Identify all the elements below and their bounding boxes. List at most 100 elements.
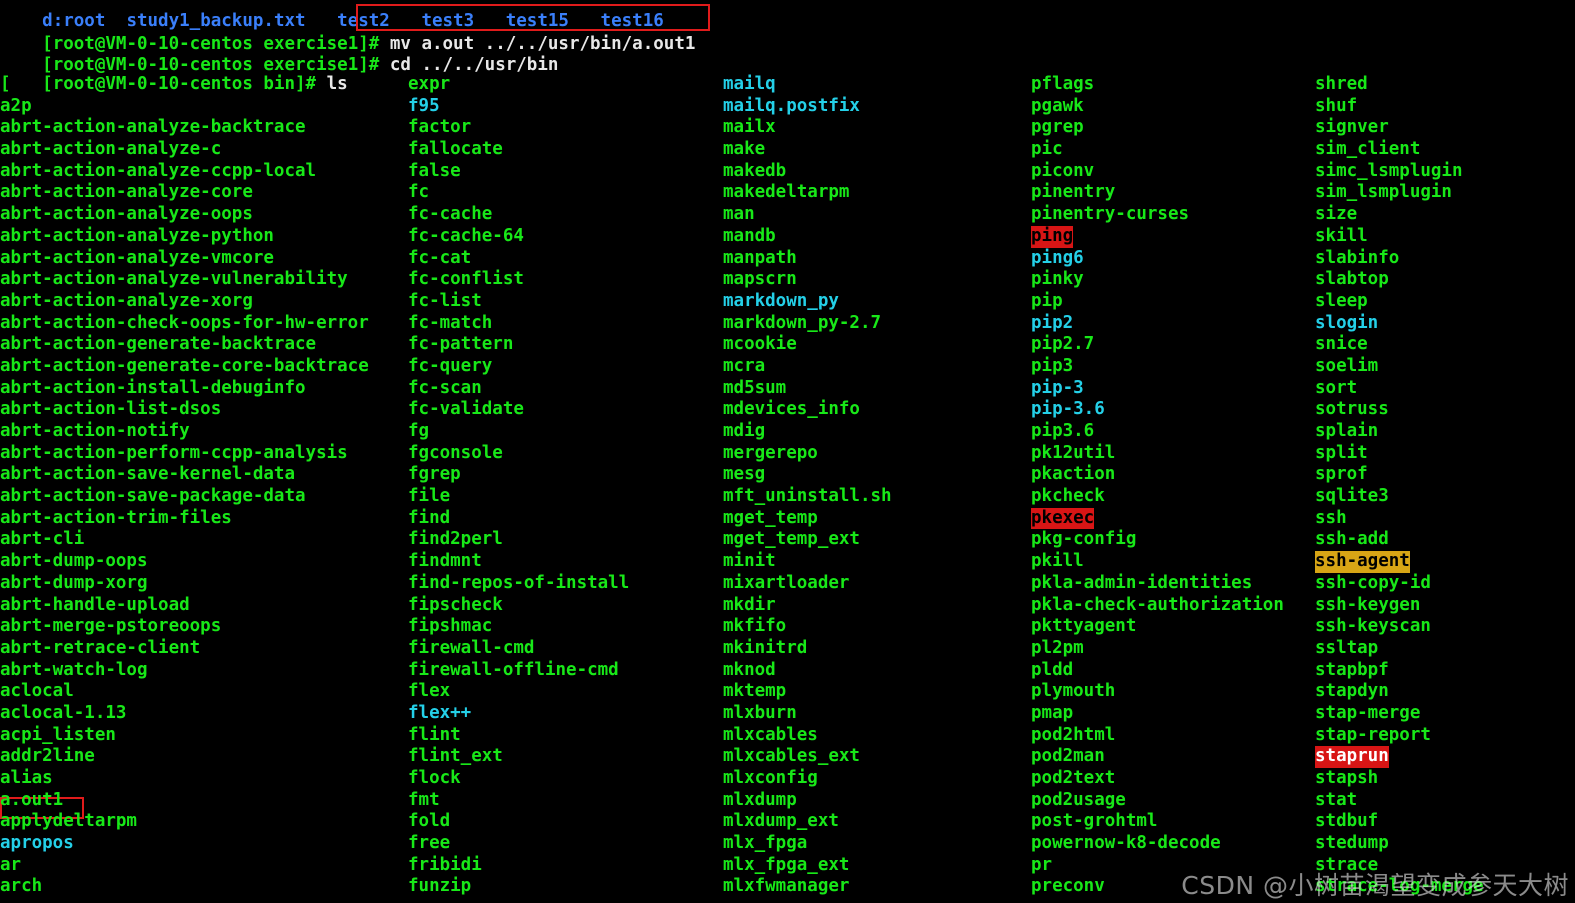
ls-entry: sotruss	[1315, 399, 1389, 420]
ls-entry: pgrep	[1031, 117, 1084, 138]
ls-entry: fc-match	[408, 312, 493, 333]
ls-entry: pinentry-curses	[1031, 204, 1190, 225]
ls-entry: [	[0, 74, 11, 94]
ls-entry: fc-cache	[408, 204, 493, 225]
ls-entry: pip2	[1031, 312, 1074, 333]
ls-entry: abrt-action-notify	[0, 421, 190, 441]
ls-entry: factor	[408, 117, 472, 138]
ls-entry: abrt-action-list-dsos	[0, 399, 222, 420]
ls-entry: ssh-agent	[1315, 551, 1410, 573]
ls-entry: abrt-action-install-debuginfo	[0, 377, 306, 398]
ls-entry: pinentry	[1031, 182, 1116, 203]
ls-entry: funzip	[408, 876, 472, 897]
ls-entry: slabtop	[1315, 269, 1389, 290]
ls-entry: stedump	[1315, 833, 1389, 854]
ls-entry: findmnt	[408, 551, 482, 572]
ls-entry: alias	[0, 768, 53, 788]
ls-entry: abrt-action-analyze-oops	[0, 204, 253, 225]
ls-entry: fc-conflist	[408, 269, 524, 290]
ls-entry: fmt	[408, 789, 440, 810]
ls-entry: mlxfwmanager	[723, 876, 850, 897]
ls-entry: abrt-action-analyze-python	[0, 225, 274, 246]
ls-entry: markdown_py-2.7	[723, 312, 882, 333]
ls-entry: find-repos-of-install	[408, 572, 630, 593]
ls-entry: pkaction	[1031, 464, 1116, 485]
ls-entry: make	[723, 139, 766, 160]
ls-entry: fc-query	[408, 355, 493, 376]
ls-entry: mktemp	[723, 681, 787, 702]
ls-entry: abrt-action-analyze-ccpp-local	[0, 160, 317, 181]
ls-entry: stapsh	[1315, 768, 1379, 788]
ls-entry: arch	[0, 876, 43, 897]
ls-entry: mlxdump	[723, 789, 797, 810]
ls-entry: mkdir	[723, 594, 776, 615]
ls-entry: pinky	[1031, 269, 1084, 290]
ls-entry: plymouth	[1031, 681, 1116, 702]
ls-entry: sqlite3	[1315, 486, 1389, 507]
terminal-window[interactable]: d:root study1_backup.txt test2 test3 tes…	[0, 0, 1575, 903]
ls-entry: firewall-cmd	[408, 637, 535, 658]
ls-entry: post-grohtml	[1031, 811, 1158, 832]
ls-entry: aclocal	[0, 681, 74, 702]
ls-entry: mkinitrd	[723, 637, 808, 658]
ls-entry: mlx_fpga_ext	[723, 854, 850, 875]
ls-entry: pip-3.6	[1031, 399, 1105, 420]
ls-entry: abrt-handle-upload	[0, 594, 190, 615]
ls-entry: acpi_listen	[0, 724, 116, 745]
ls-entry: mdig	[723, 421, 766, 441]
ls-entry: shred	[1315, 74, 1368, 94]
ls-entry: sim_client	[1315, 139, 1421, 160]
ls-entry: fc-list	[408, 290, 482, 311]
ls-entry: abrt-action-generate-core-backtrace	[0, 355, 369, 376]
ls-entry: sleep	[1315, 290, 1368, 311]
ls-entry: mlxdump_ext	[723, 811, 839, 832]
ls-entry: flock	[408, 768, 461, 788]
ls-entry: markdown_py	[723, 290, 839, 311]
ls-entry: slogin	[1315, 312, 1379, 333]
ls-entry: fgrep	[408, 464, 461, 485]
ls-entry: fc-validate	[408, 399, 524, 420]
ls-entry: ar	[0, 854, 22, 875]
ls-entry: fipshmac	[408, 616, 493, 637]
ls-entry: md5sum	[723, 377, 787, 398]
ls-entry: mget_temp_ext	[723, 529, 860, 550]
ls-entry: pip3	[1031, 355, 1074, 376]
ls-entry: mknod	[723, 659, 776, 680]
ls-entry: abrt-action-analyze-vmcore	[0, 247, 274, 268]
ls-entry: snice	[1315, 334, 1368, 355]
ls-entry: false	[408, 160, 461, 181]
ls-entry: abrt-cli	[0, 529, 85, 550]
ls-entry: pic	[1031, 139, 1063, 160]
ls-entry: mixartloader	[723, 572, 850, 593]
ls-entry: find	[408, 507, 451, 528]
ls-entry: pip3.6	[1031, 421, 1095, 441]
ls-entry: ping6	[1031, 247, 1084, 268]
ls-entry: mlx_fpga	[723, 833, 808, 854]
ls-entry: a2p	[0, 95, 32, 116]
ls-entry: ssltap	[1315, 637, 1379, 658]
ls-entry: preconv	[1031, 876, 1105, 897]
ls-entry: mft_uninstall.sh	[723, 486, 892, 507]
ls-entry: find2perl	[408, 529, 503, 550]
ls-entry: man	[723, 204, 755, 225]
ls-entry: mapscrn	[723, 269, 797, 290]
ls-entry: mget_temp	[723, 507, 818, 528]
ls-entry: flex	[408, 681, 451, 702]
ls-entry: ssh	[1315, 507, 1347, 528]
ls-entry: mailq.postfix	[723, 95, 860, 116]
ls-entry: expr	[408, 74, 451, 94]
ls-entry: mergerepo	[723, 442, 818, 463]
ls-entry: strace	[1315, 854, 1379, 875]
ls-entry: mailq	[723, 74, 776, 94]
ls-entry: ping	[1031, 225, 1074, 248]
ls-entry: abrt-dump-xorg	[0, 572, 148, 593]
ls-entry: mlxconfig	[723, 768, 818, 788]
ls-entry: applydeltarpm	[0, 811, 137, 832]
ls-entry: stapdyn	[1315, 681, 1389, 702]
ls-entry: abrt-action-save-kernel-data	[0, 464, 296, 485]
ls-entry: skill	[1315, 225, 1368, 246]
ls-entry: split	[1315, 442, 1368, 463]
ls-entry: fc	[408, 182, 430, 203]
ls-entry: free	[408, 833, 451, 854]
ls-entry: pip	[1031, 290, 1063, 311]
